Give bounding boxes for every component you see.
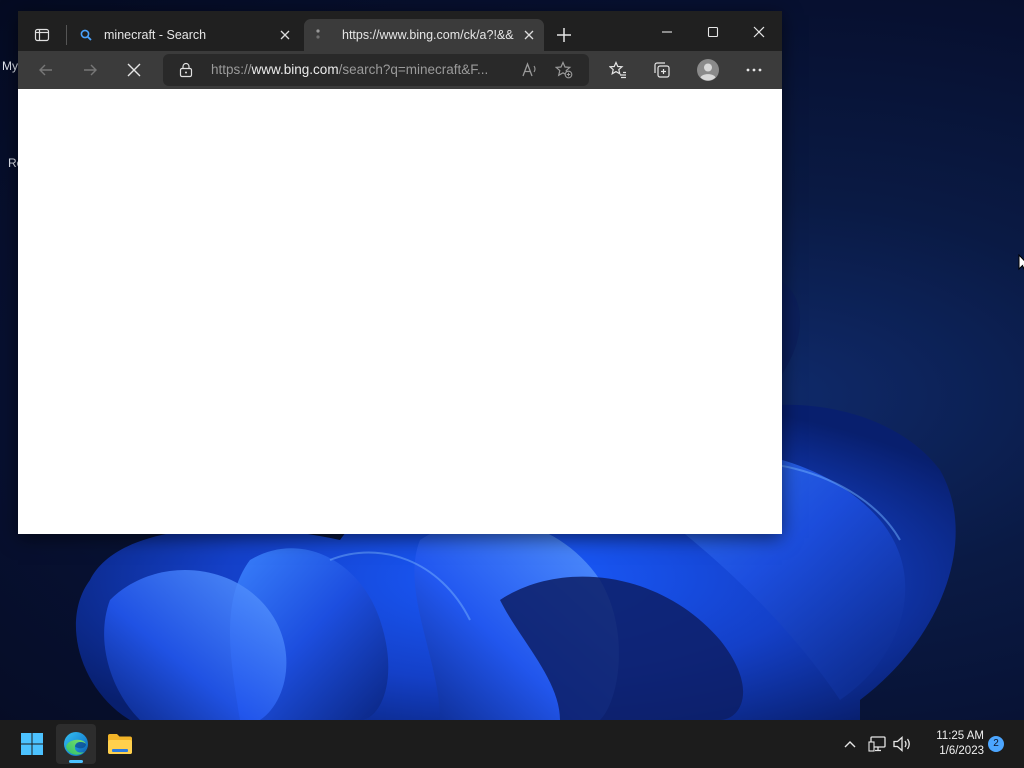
tab-separator [66,25,67,45]
more-icon [746,68,762,72]
title-bar: minecraft - Search https://www.bing.com/… [18,11,782,51]
url-domain: www.bing.com [251,62,339,77]
network-button[interactable] [866,732,890,756]
browser-toolbar: https://www.bing.com/search?q=minecraft&… [18,51,782,89]
taskbar-file-explorer[interactable] [100,724,140,764]
more-button[interactable] [738,55,770,85]
search-icon [78,27,94,43]
favorites-icon [609,61,626,79]
collections-icon [654,62,670,78]
tab-actions-button[interactable] [28,23,56,47]
clock-date: 1/6/2023 [939,745,984,757]
notification-badge[interactable]: 2 [988,736,1004,752]
file-explorer-icon [108,734,132,754]
volume-icon [893,736,910,752]
mouse-cursor-icon [1018,253,1024,276]
active-app-indicator [69,760,83,763]
back-icon [39,64,52,76]
url-text[interactable]: https://www.bing.com/search?q=minecraft&… [211,62,507,77]
new-tab-button[interactable] [550,23,578,47]
taskbar-edge[interactable] [56,724,96,764]
taskbar-clock[interactable]: 11:25 AM 1/6/2023 [922,729,984,759]
start-button[interactable] [12,724,52,764]
tab-minecraft-search[interactable]: minecraft - Search [68,19,300,51]
desktop-icon-label[interactable]: My [2,59,18,73]
show-hidden-icons-button[interactable] [838,732,862,756]
forward-icon [84,64,97,76]
edge-icon [64,732,88,756]
url-path: /search?q=minecraft&F... [338,62,489,77]
page-content [18,89,782,534]
maximize-button[interactable] [690,17,736,47]
favorites-button[interactable] [602,55,634,85]
close-icon [753,26,765,38]
profile-icon [697,59,719,81]
lock-icon[interactable] [179,62,193,82]
chevron-up-icon [844,741,856,748]
network-icon [868,736,886,752]
clock-time: 11:25 AM [936,730,984,742]
url-prefix: https:// [211,62,252,77]
read-aloud-icon[interactable] [521,61,539,83]
minimize-button[interactable] [644,17,690,47]
minimize-icon [662,31,672,33]
tab-bing-redirect[interactable]: https://www.bing.com/ck/a?!&& [304,19,544,51]
plus-icon [557,28,571,42]
stop-loading-button[interactable] [118,55,150,85]
close-window-button[interactable] [736,17,782,47]
forward-button[interactable] [74,55,106,85]
close-tab-icon[interactable] [274,24,296,46]
add-favorite-icon[interactable] [554,61,573,83]
loading-icon [310,27,326,43]
tab-title: https://www.bing.com/ck/a?!&& [342,28,514,42]
tab-actions-icon [34,28,50,42]
address-bar[interactable]: https://www.bing.com/search?q=minecraft&… [163,54,589,86]
taskbar: 11:25 AM 1/6/2023 2 [0,720,1024,768]
collections-button[interactable] [646,55,678,85]
back-button[interactable] [30,55,62,85]
stop-icon [127,63,141,77]
close-tab-icon[interactable] [518,24,540,46]
start-icon [21,733,43,755]
profile-button[interactable] [692,55,724,85]
maximize-icon [707,26,719,38]
tab-title: minecraft - Search [104,28,207,42]
volume-button[interactable] [890,732,914,756]
browser-window: minecraft - Search https://www.bing.com/… [18,11,782,534]
